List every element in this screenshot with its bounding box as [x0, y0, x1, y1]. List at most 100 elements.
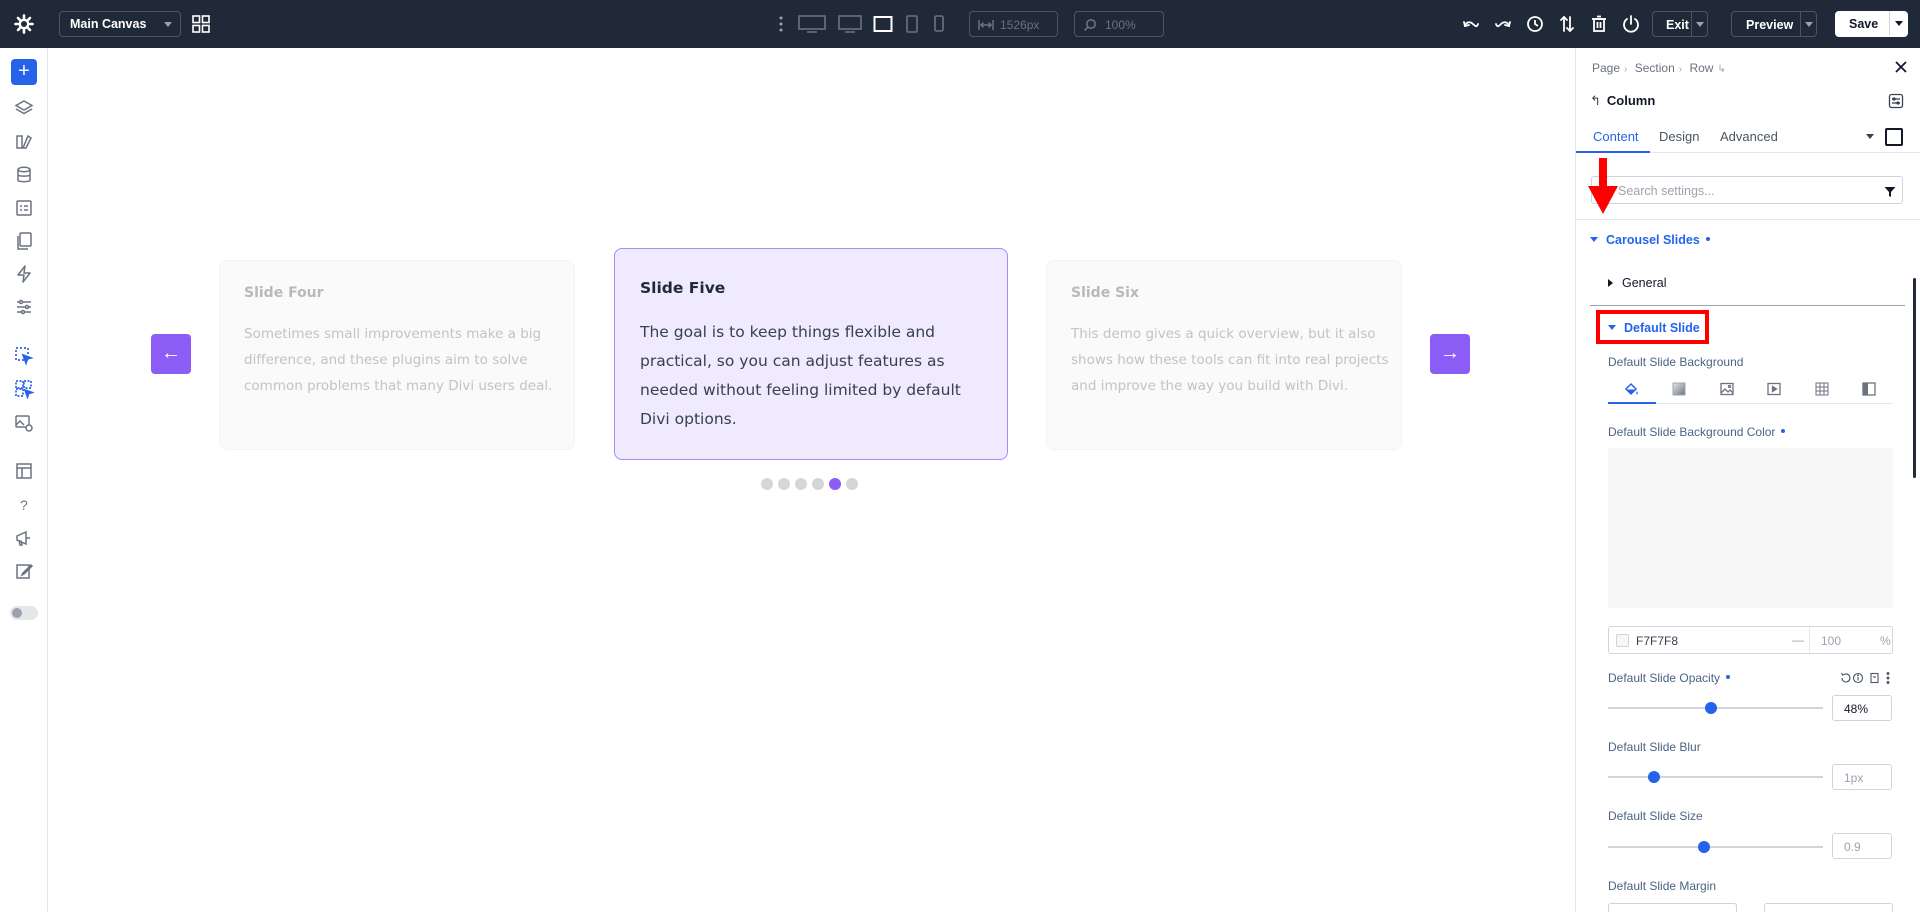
margin-input[interactable] — [1764, 903, 1893, 912]
chevron-down-icon[interactable] — [1696, 22, 1704, 27]
mask-icon[interactable] — [1861, 381, 1877, 397]
breadcrumb-section[interactable]: Section — [1635, 61, 1675, 75]
carousel-dot[interactable] — [812, 478, 824, 490]
templates-icon[interactable] — [14, 461, 34, 481]
carousel-dot[interactable] — [761, 478, 773, 490]
canvas-width-readout[interactable]: 1526px — [969, 11, 1058, 37]
layout-settings-icon[interactable] — [1888, 93, 1904, 109]
desktop-view-icon[interactable] — [838, 14, 862, 34]
percent-unit: % — [1880, 634, 1891, 648]
select-cursor-icon[interactable] — [14, 346, 34, 366]
opacity-label-text: Default Slide Opacity — [1608, 671, 1721, 685]
exit-button[interactable]: Exit — [1652, 11, 1708, 37]
add-module-button[interactable]: + — [11, 59, 37, 85]
gear-icon[interactable] — [12, 12, 36, 36]
back-arrow-icon[interactable]: ↰ — [1590, 93, 1601, 109]
layers-icon[interactable] — [14, 98, 34, 118]
opacity-value-input[interactable]: 48% — [1832, 695, 1892, 721]
panel-scrollbar[interactable] — [1913, 278, 1916, 478]
close-icon[interactable] — [1894, 60, 1908, 74]
color-picker-area[interactable] — [1608, 448, 1893, 608]
element-title-label: Column — [1606, 93, 1656, 108]
preview-button[interactable]: Preview — [1731, 11, 1817, 37]
paint-bucket-icon[interactable] — [1624, 381, 1640, 397]
chevron-down-icon[interactable] — [1895, 21, 1903, 26]
more-options-icon[interactable] — [777, 14, 785, 34]
blur-label: Default Slide Blur — [1608, 740, 1701, 754]
size-value-input[interactable]: 0.9 — [1832, 833, 1892, 859]
desktop-wide-view-icon[interactable] — [798, 14, 826, 34]
phone-view-icon[interactable] — [933, 14, 945, 34]
tab-content[interactable]: Content — [1593, 129, 1639, 144]
section-title-label: Carousel Slides — [1606, 233, 1700, 247]
undo-icon[interactable] — [1461, 14, 1481, 34]
canvas-select[interactable]: Main Canvas — [59, 11, 181, 37]
blur-value-input[interactable]: 1px — [1832, 764, 1892, 790]
carousel-slide-active[interactable]: Slide Five The goal is to keep things fl… — [614, 248, 1008, 460]
toggle-knob — [12, 608, 22, 618]
carousel-prev-button[interactable]: ← — [151, 334, 191, 374]
color-opacity-value[interactable]: 100 — [1821, 634, 1841, 648]
zoom-readout[interactable]: 100% — [1074, 11, 1164, 37]
megaphone-icon[interactable] — [14, 528, 34, 548]
slide-body: The goal is to keep things flexible and … — [640, 323, 961, 428]
slider-knob[interactable] — [1705, 702, 1717, 714]
grid-icon[interactable] — [191, 14, 211, 34]
slide-title: Slide Five — [640, 279, 726, 297]
pages-icon[interactable] — [14, 231, 34, 251]
carousel-dot-active[interactable] — [829, 478, 841, 490]
media-settings-icon[interactable] — [14, 413, 34, 433]
carousel-dot[interactable] — [778, 478, 790, 490]
carousel-next-button[interactable]: → — [1430, 334, 1470, 374]
carousel-dot[interactable] — [846, 478, 858, 490]
image-icon[interactable] — [1719, 381, 1735, 397]
carousel-slide[interactable]: Slide Four Sometimes small improvements … — [219, 260, 575, 450]
database-icon[interactable] — [14, 165, 34, 185]
blur-slider[interactable] — [1608, 771, 1823, 783]
history-icon[interactable] — [1525, 14, 1545, 34]
color-hex-input[interactable]: F7F7F8 — 100 % — [1608, 626, 1893, 654]
help-icon[interactable]: ? — [14, 495, 34, 515]
size-slider[interactable] — [1608, 841, 1823, 853]
sort-icon[interactable] — [1557, 14, 1577, 34]
search-settings-input[interactable]: Search settings... — [1591, 176, 1903, 204]
gradient-icon[interactable] — [1671, 381, 1687, 397]
opacity-slider[interactable] — [1608, 702, 1823, 714]
redo-icon[interactable] — [1493, 14, 1513, 34]
slider-knob[interactable] — [1648, 771, 1660, 783]
tablet-view-icon[interactable] — [905, 14, 919, 34]
section-divider — [1576, 219, 1920, 220]
tab-advanced[interactable]: Advanced — [1720, 129, 1778, 144]
power-icon[interactable] — [1621, 14, 1641, 34]
filter-icon[interactable] — [1884, 185, 1896, 197]
square-icon[interactable] — [1885, 128, 1903, 146]
color-swatch[interactable] — [1616, 634, 1629, 647]
breadcrumb-page[interactable]: Page — [1592, 61, 1620, 75]
tab-design[interactable]: Design — [1659, 129, 1699, 144]
form-icon[interactable] — [14, 198, 34, 218]
video-icon[interactable] — [1766, 381, 1782, 397]
breadcrumb-row[interactable]: Row — [1689, 61, 1713, 75]
multi-select-icon[interactable] — [14, 379, 35, 400]
carousel-slides-toggle[interactable]: Carousel Slides — [1590, 233, 1710, 247]
settings-sliders-icon[interactable] — [14, 297, 34, 317]
default-slide-group-toggle[interactable]: Default Slide — [1608, 321, 1700, 335]
design-library-icon[interactable] — [14, 132, 34, 152]
save-button[interactable]: Save — [1835, 11, 1908, 37]
tablet-landscape-view-icon[interactable] — [873, 14, 893, 34]
lightning-icon[interactable] — [14, 264, 34, 284]
carousel-dot[interactable] — [795, 478, 807, 490]
pattern-icon[interactable] — [1814, 381, 1830, 397]
slider-knob[interactable] — [1698, 841, 1710, 853]
chevron-down-icon[interactable] — [1866, 134, 1874, 139]
background-type-tabs — [1608, 378, 1893, 404]
carousel-slide[interactable]: Slide Six This demo gives a quick overvi… — [1046, 260, 1402, 450]
slide-title: Slide Six — [1071, 285, 1139, 301]
chevron-down-icon[interactable] — [1805, 22, 1813, 27]
general-group-toggle[interactable]: General — [1608, 276, 1666, 290]
builder-canvas[interactable]: ← Slide Four Sometimes small improvement… — [48, 48, 1575, 912]
edit-icon[interactable] — [14, 561, 34, 581]
margin-input[interactable] — [1608, 903, 1737, 912]
theme-toggle[interactable] — [10, 606, 38, 620]
trash-icon[interactable] — [1589, 14, 1609, 34]
